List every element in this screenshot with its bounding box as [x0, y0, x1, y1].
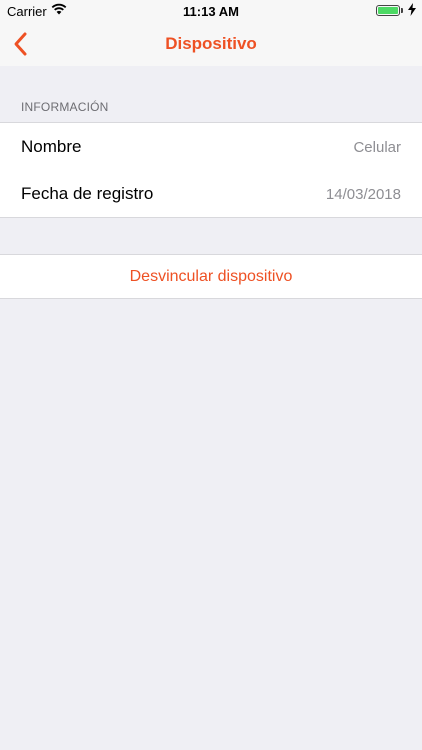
row-value: 14/03/2018 — [325, 186, 401, 203]
info-group: Nombre Celular Fecha de registro 14/03/2… — [0, 122, 422, 218]
battery-icon — [376, 5, 400, 16]
unlink-device-label: Desvincular dispositivo — [129, 268, 293, 285]
charging-bolt-icon — [408, 3, 416, 19]
section-header: INFORMACIÓN — [21, 100, 109, 114]
navigation-bar: Dispositivo — [0, 22, 422, 66]
row-label: Fecha de registro — [21, 184, 154, 203]
status-bar: Carrier 11:13 AM — [0, 0, 422, 22]
row-nombre: Nombre Celular — [0, 123, 422, 170]
status-time: 11:13 AM — [183, 4, 239, 19]
row-fecha-registro: Fecha de registro 14/03/2018 — [0, 170, 422, 217]
battery-tip — [401, 8, 403, 13]
unlink-device-button[interactable]: Desvincular dispositivo — [0, 254, 422, 299]
row-value: Celular — [353, 139, 401, 156]
row-label: Nombre — [21, 137, 82, 156]
page-title: Dispositivo — [165, 34, 257, 53]
